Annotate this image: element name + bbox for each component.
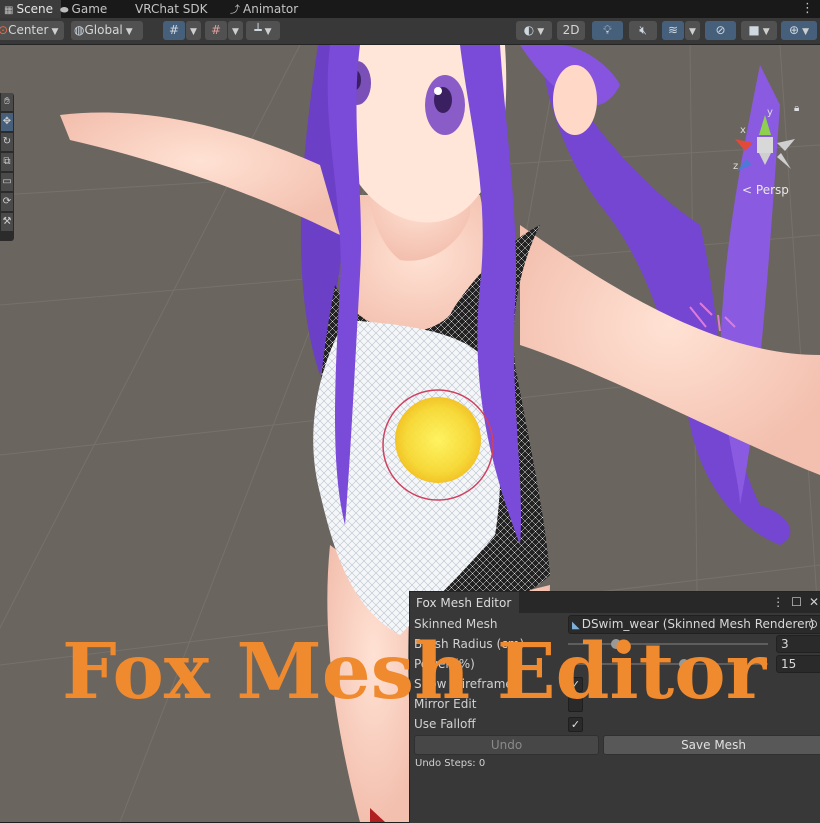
ruler-icon: ┷ (254, 23, 261, 37)
transform-tool-icon[interactable]: ⟳ (1, 193, 13, 211)
undo-button[interactable]: Undo (414, 735, 599, 755)
axis-x-label: x (740, 125, 746, 136)
effects-dropdown[interactable]: ▼ (685, 21, 700, 40)
axis-y-label: y (767, 107, 773, 118)
effects-toggle[interactable]: ≋ (662, 21, 684, 40)
axis-z-label: z (733, 161, 738, 172)
mode-2d-label: 2D (563, 23, 580, 37)
gizmo-icon: ⊕ (789, 23, 799, 37)
use-falloff-label: Use Falloff (414, 715, 476, 733)
chevron-down-icon: ▼ (802, 27, 809, 37)
audio-toggle[interactable]: 🔇︎ (629, 21, 657, 40)
object-picker-icon[interactable]: ⊙ (808, 616, 818, 633)
tab-vrchat-sdk-label: VRChat SDK (135, 2, 208, 16)
shading-sphere-icon: ◐ (524, 23, 534, 37)
power-input[interactable]: 15 (776, 655, 820, 673)
panel-menu-icon[interactable]: ⋮ (772, 595, 784, 609)
camera-icon: ■ (748, 23, 759, 37)
undo-steps-text: Undo Steps: 0 (415, 758, 485, 769)
chevron-down-icon: ▼ (190, 27, 197, 37)
move-tool-icon[interactable]: ✥ (1, 113, 13, 131)
increment-snap-icon: # (211, 23, 221, 37)
brush-radius-input[interactable]: 3 (776, 635, 820, 653)
chevron-down-icon: ▼ (232, 27, 239, 37)
window-tab-bar: ▦Scene ⬬Game VRChat SDK ⤴Animator ⋮ (0, 0, 820, 18)
persp-label: Persp (756, 183, 789, 197)
persp-chevron-icon: < (742, 183, 752, 197)
tab-game-label: Game (72, 2, 108, 16)
custom-tool-icon[interactable]: ⚒ (1, 213, 13, 231)
overlay-title: Fox Mesh Editor (62, 634, 766, 711)
save-mesh-button[interactable]: Save Mesh (603, 735, 820, 755)
grid-snap-icon: # (169, 23, 179, 37)
lightbulb-icon: 💡︎ (603, 23, 611, 37)
hand-tool-icon[interactable]: ✋︎ (1, 93, 13, 111)
pivot-label: Center (8, 23, 48, 37)
camera-dropdown[interactable]: ■▼ (741, 21, 777, 40)
pivot-dropdown[interactable]: ⊙Center▼ (0, 21, 64, 40)
tab-animator[interactable]: ⤴Animator (230, 0, 298, 18)
gizmos-dropdown[interactable]: ⊕▼ (781, 21, 817, 40)
chevron-down-icon: ▼ (265, 27, 272, 37)
chevron-down-icon: ▼ (763, 27, 770, 37)
rotate-tool-icon[interactable]: ↻ (1, 133, 13, 151)
pivot-icon: ⊙ (0, 23, 8, 37)
action-buttons-row: Undo Save Mesh (414, 735, 819, 753)
tab-game[interactable]: ⬬Game (60, 0, 107, 18)
tab-vrchat-sdk[interactable]: VRChat SDK (135, 0, 208, 18)
scale-tool-icon[interactable]: ⧉ (1, 153, 13, 171)
panel-tab-title[interactable]: Fox Mesh Editor (410, 592, 519, 613)
shading-mode-dropdown[interactable]: ◐▼ (516, 21, 552, 40)
mode-2d-toggle[interactable]: 2D (557, 21, 585, 40)
close-icon[interactable]: ✕ (809, 595, 819, 609)
chevron-down-icon: ▼ (537, 27, 544, 37)
panel-controls: ⋮ ☐ ✕ (765, 592, 819, 613)
chevron-down-icon: ▼ (126, 27, 133, 37)
layers-icon: ≋ (668, 23, 678, 37)
grid-snap-dropdown[interactable]: ▼ (186, 21, 201, 40)
increment-snap-toggle[interactable]: # (205, 21, 227, 40)
more-options-icon[interactable]: ⋮ (801, 0, 814, 18)
lighting-toggle[interactable]: 💡︎ (592, 21, 623, 40)
panel-header: Fox Mesh Editor ⋮ ☐ ✕ (410, 592, 820, 613)
visibility-toggle[interactable]: ⊘ (705, 21, 736, 40)
space-label: Global (84, 23, 122, 37)
chevron-down-icon: ▼ (51, 27, 58, 37)
tab-scene-label: Scene (16, 2, 53, 16)
ruler-dropdown[interactable]: ┷▼ (246, 21, 280, 40)
view-mode-label[interactable]: < Persp (742, 183, 789, 197)
use-falloff-row: Use Falloff ✓ (414, 715, 819, 733)
lock-icon[interactable]: 🔒︎ (794, 103, 799, 114)
tab-animator-label: Animator (243, 2, 298, 16)
maximize-icon[interactable]: ☐ (791, 595, 802, 609)
scene-toolbar: ⊙Center▼ ◍Global▼ # ▼ # ▼ ┷▼ ◐▼ 2D 💡︎ 🔇︎… (0, 18, 820, 45)
tab-scene[interactable]: ▦Scene (0, 0, 61, 18)
eye-off-icon: ⊘ (715, 23, 725, 37)
tool-strip: ✋︎ ✥ ↻ ⧉ ▭ ⟳ ⚒ (0, 93, 14, 241)
chevron-down-icon: ▼ (689, 27, 696, 37)
space-dropdown[interactable]: ◍Global ▼ (71, 21, 143, 40)
orientation-gizmo[interactable]: x y z (725, 95, 805, 215)
use-falloff-checkbox[interactable]: ✓ (568, 717, 583, 732)
increment-snap-dropdown[interactable]: ▼ (228, 21, 243, 40)
rect-tool-icon[interactable]: ▭ (1, 173, 13, 191)
mute-icon: 🔇︎ (639, 23, 647, 37)
globe-icon: ◍ (74, 23, 84, 37)
grid-snap-toggle[interactable]: # (163, 21, 185, 40)
